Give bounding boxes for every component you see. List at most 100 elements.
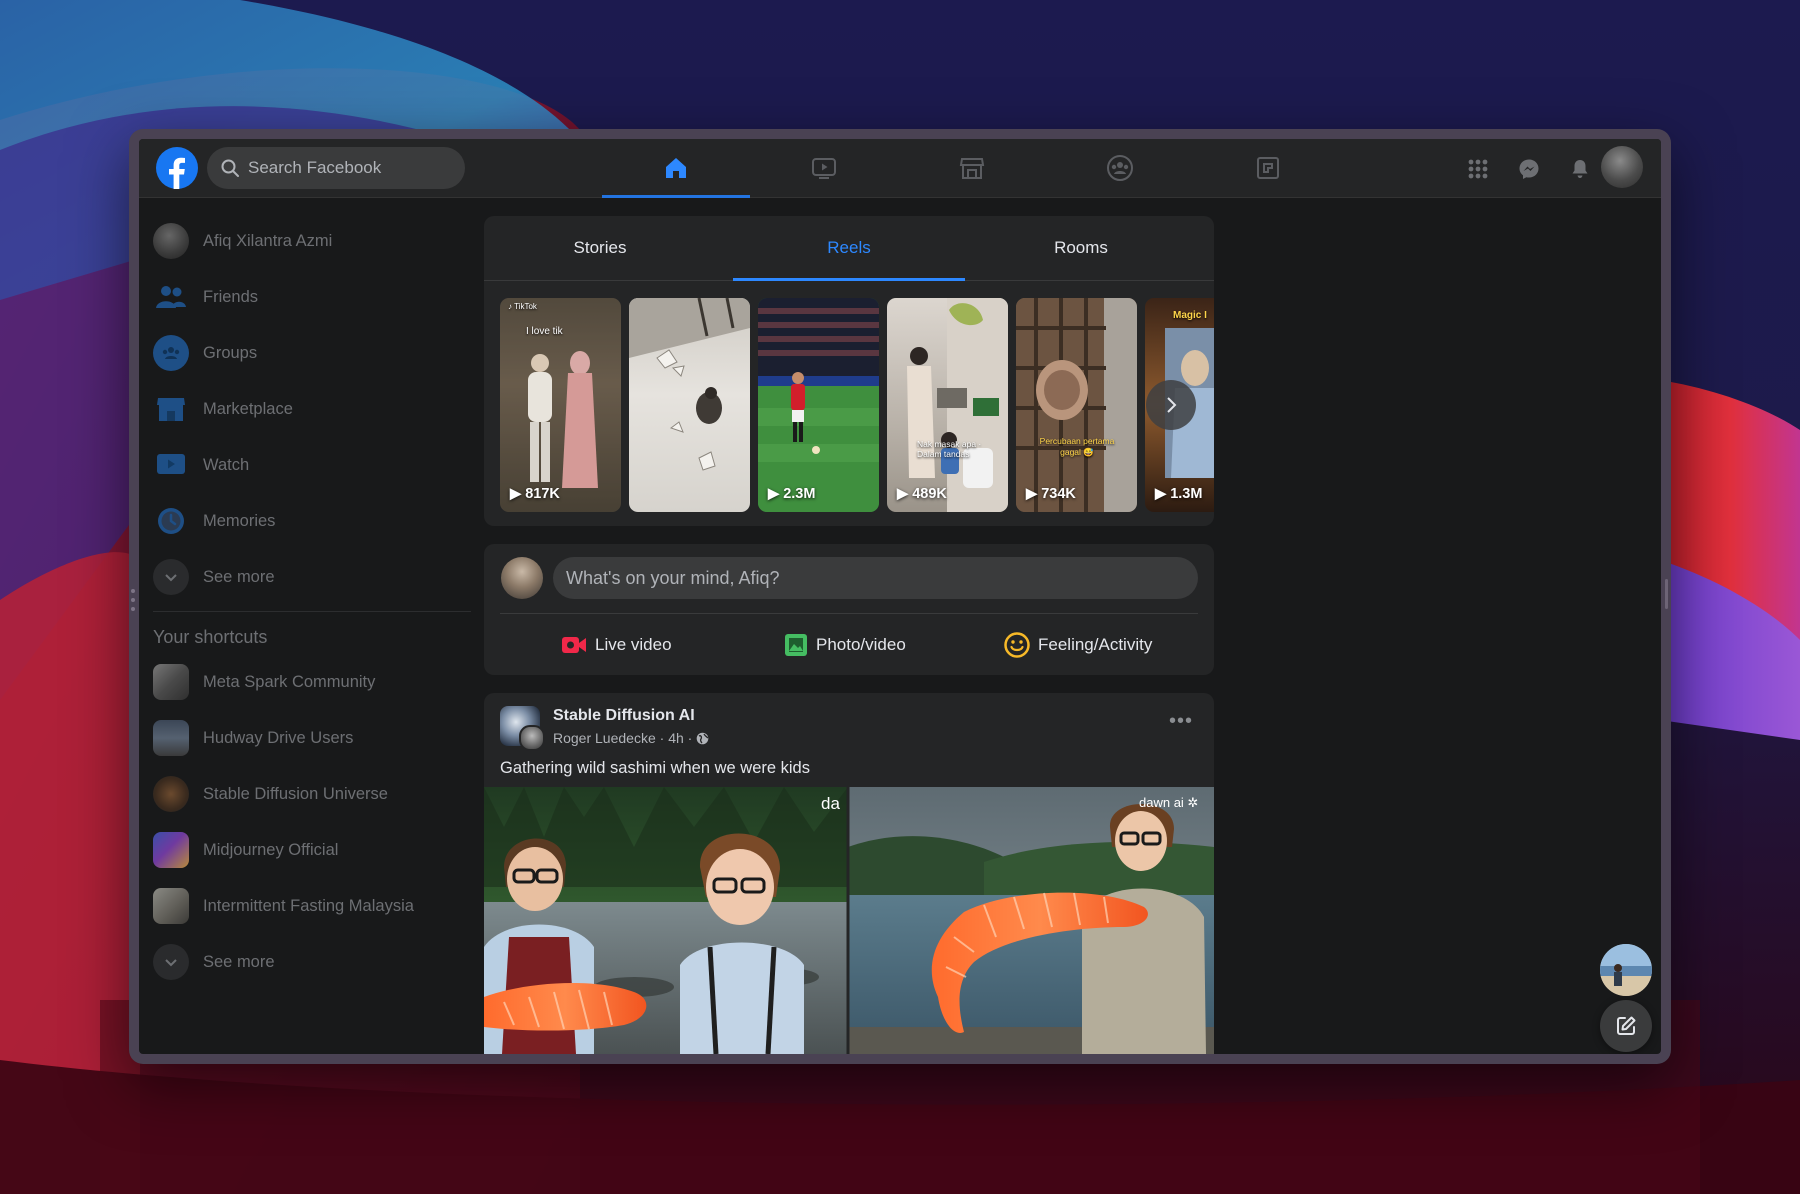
sidebar-item-label: Groups xyxy=(203,343,258,362)
reel-overlay-text: Nak masak apa · Dalam tandas xyxy=(917,439,982,459)
reel-card[interactable]: ▶ 2.3M xyxy=(758,298,879,512)
sidebar-item-label: See more xyxy=(203,567,275,586)
messenger-button[interactable] xyxy=(1509,149,1549,189)
post-more-options[interactable]: ••• xyxy=(1169,710,1193,733)
reel-views: ▶ 817K xyxy=(510,486,560,502)
marketplace-icon xyxy=(959,158,985,179)
nav-marketplace[interactable] xyxy=(898,139,1046,197)
shortcut-thumbnail xyxy=(153,832,189,868)
composer-input[interactable]: What's on your mind, Afiq? xyxy=(553,557,1198,599)
facebook-logo-icon[interactable] xyxy=(156,147,198,189)
nav-groups[interactable] xyxy=(1046,139,1194,197)
menu-button[interactable] xyxy=(1458,149,1498,189)
sidebar-item-memories[interactable]: Memories xyxy=(153,493,453,549)
sidebar-item-label: Intermittent Fasting Malaysia xyxy=(203,896,414,915)
sidebar-shortcut-fasting[interactable]: Intermittent Fasting Malaysia xyxy=(153,878,453,934)
sidebar-item-label: Stable Diffusion Universe xyxy=(203,784,388,803)
post-photos[interactable] xyxy=(484,787,1214,1054)
memories-icon xyxy=(158,508,184,534)
post-composer: What's on your mind, Afiq? Live video Ph… xyxy=(484,544,1214,675)
sidebar-item-friends[interactable]: Friends xyxy=(153,269,453,325)
notifications-button[interactable] xyxy=(1560,149,1600,189)
menu-grid-icon xyxy=(1468,159,1488,179)
reel-card[interactable]: ♪ TikTok I love tik ▶ 817K xyxy=(500,298,621,512)
window-resize-handle-left[interactable] xyxy=(131,589,135,616)
globe-icon xyxy=(696,732,709,744)
profile-avatar xyxy=(153,223,189,259)
chat-head-image xyxy=(1600,944,1652,996)
chevron-down-icon xyxy=(165,959,177,967)
sidebar-item-profile[interactable]: Afiq Xilantra Azmi xyxy=(153,213,453,269)
reels-next-button[interactable] xyxy=(1146,380,1196,430)
new-message-button[interactable] xyxy=(1600,1000,1652,1052)
reel-card[interactable]: Percubaan pertama gagal 😅 ▶ 734K xyxy=(1016,298,1137,512)
shortcuts-heading: Your shortcuts xyxy=(153,627,268,647)
post-caption: Gathering wild sashimi when we were kids xyxy=(500,759,810,777)
sidebar-item-label: See more xyxy=(203,952,275,971)
tab-rooms[interactable]: Rooms xyxy=(965,216,1197,280)
tab-reels[interactable]: Reels xyxy=(733,216,965,281)
chat-head-avatar[interactable] xyxy=(1600,944,1652,996)
gaming-icon xyxy=(1257,157,1279,179)
window-resize-handle-right[interactable] xyxy=(1665,579,1668,609)
sidebar-item-groups[interactable]: Groups xyxy=(153,325,453,381)
nav-gaming[interactable] xyxy=(1194,139,1342,197)
search-bar[interactable]: Search Facebook xyxy=(207,147,465,189)
sidebar-item-label: Watch xyxy=(203,455,250,474)
sidebar-item-label: Friends xyxy=(203,287,259,306)
composer-divider xyxy=(500,613,1198,614)
sidebar-divider xyxy=(153,611,471,612)
sidebar-item-watch[interactable]: Watch xyxy=(153,437,453,493)
post-time[interactable]: 4h xyxy=(668,730,684,746)
reel-card[interactable] xyxy=(629,298,750,512)
sidebar-shortcut-midjourney[interactable]: Midjourney Official xyxy=(153,822,453,878)
search-icon xyxy=(221,159,239,177)
photo-video-label: Photo/video xyxy=(816,635,906,654)
ai-watermark: da xyxy=(821,794,840,813)
post-page-name[interactable]: Stable Diffusion AI xyxy=(553,707,695,725)
home-icon xyxy=(666,158,686,178)
live-video-button[interactable]: Live video xyxy=(561,625,672,665)
reel-thumbnail xyxy=(907,298,1008,512)
notifications-icon xyxy=(1572,160,1588,178)
sidebar-item-label: Meta Spark Community xyxy=(203,672,376,691)
composer-avatar[interactable] xyxy=(501,557,543,599)
feeling-activity-label: Feeling/Activity xyxy=(1038,635,1153,654)
facebook-app: Search Facebook Afiq Xilantra Azmi Frien… xyxy=(139,139,1661,1054)
sidebar-see-more[interactable]: See more xyxy=(153,549,453,605)
reel-overlay-text: Magic I xyxy=(1173,310,1207,321)
shortcut-thumbnail xyxy=(153,888,189,924)
page-avatar[interactable] xyxy=(500,706,545,751)
tab-stories[interactable]: Stories xyxy=(484,216,716,280)
shortcut-thumbnail xyxy=(153,664,189,700)
ai-watermark: dawn ai ✲ xyxy=(1139,795,1199,810)
sidebar-shortcut-hudway[interactable]: Hudway Drive Users xyxy=(153,710,453,766)
account-avatar[interactable] xyxy=(1601,146,1643,188)
reel-card[interactable]: Nak masak apa · Dalam tandas ▶ 489K xyxy=(887,298,1008,512)
groups-icon xyxy=(1107,155,1133,181)
reel-views: ▶ 2.3M xyxy=(768,486,816,502)
marketplace-icon xyxy=(157,398,185,421)
sidebar-item-label: Afiq Xilantra Azmi xyxy=(203,231,333,250)
photo-video-button[interactable]: Photo/video xyxy=(784,625,906,665)
tiktok-watermark: ♪ TikTok xyxy=(508,302,537,311)
reel-views: ▶ 1.3M xyxy=(1155,486,1203,502)
watch-icon xyxy=(157,454,185,474)
nav-home[interactable] xyxy=(602,139,750,198)
feeling-activity-button[interactable]: Feeling/Activity xyxy=(1004,625,1152,665)
post-author[interactable]: Roger Luedecke xyxy=(553,730,656,746)
live-video-label: Live video xyxy=(595,635,672,654)
nav-watch[interactable] xyxy=(750,139,898,197)
app-window: Search Facebook Afiq Xilantra Azmi Frien… xyxy=(129,129,1671,1064)
sidebar-shortcut-stable-diffusion[interactable]: Stable Diffusion Universe xyxy=(153,766,453,822)
shortcut-thumbnail xyxy=(153,720,189,756)
post-meta: Roger Luedecke · 4h · xyxy=(553,730,709,746)
sidebar-item-marketplace[interactable]: Marketplace xyxy=(153,381,453,437)
shortcuts-see-more[interactable]: See more xyxy=(153,934,453,990)
reel-thumbnail xyxy=(1016,298,1137,512)
sidebar-shortcut-meta-spark[interactable]: Meta Spark Community xyxy=(153,654,453,710)
chevron-right-icon xyxy=(1167,397,1177,413)
author-avatar[interactable] xyxy=(519,725,545,751)
sidebar-item-label: Marketplace xyxy=(203,399,293,418)
left-sidebar: Afiq Xilantra Azmi Friends Groups Market… xyxy=(153,213,471,990)
